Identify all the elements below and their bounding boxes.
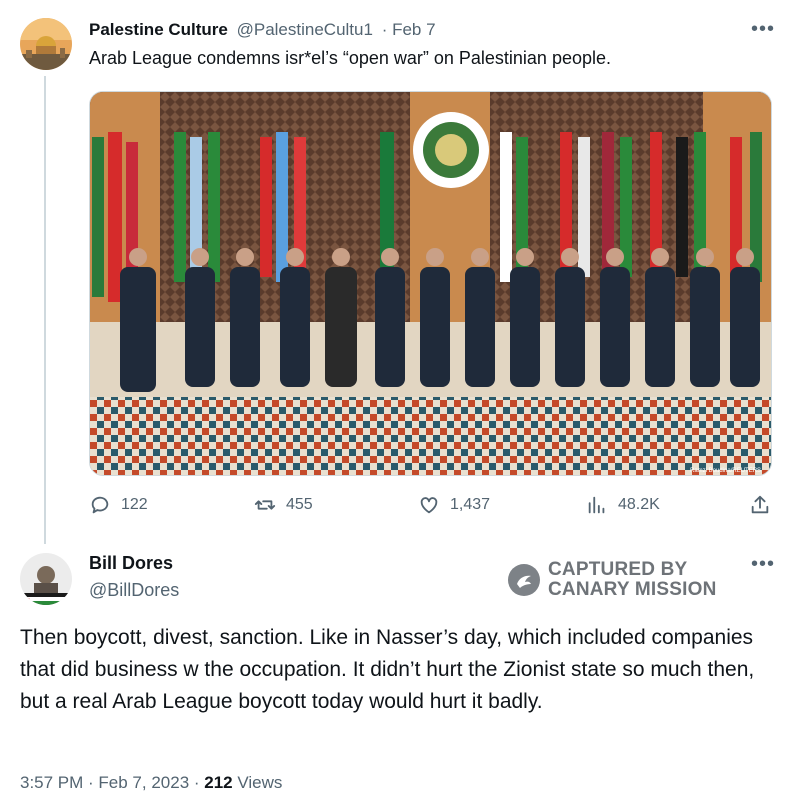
canary-mission-watermark: CAPTURED BY CANARY MISSION [508,560,717,600]
reply-button[interactable]: 122 [89,494,148,516]
tweet2-text: Then boycott, divest, sanction. Like in … [20,626,755,713]
share-button[interactable] [749,494,771,516]
palestine-culture-avatar[interactable] [20,18,72,70]
retweet-button[interactable]: 455 [254,494,313,516]
more-horizontal-icon[interactable]: ••• [751,553,775,576]
tweet2-timestamp: 3:57 PM · Feb 7, 2023 · 212 Views [20,773,282,793]
tweet1-header: Palestine Culture @PalestineCultu1 · Feb… [89,20,436,40]
views-button[interactable]: 48.2K [586,494,660,516]
reply-count: 122 [121,496,148,513]
badge-line1: CAPTURED BY [548,559,688,580]
tweet1-date[interactable]: · Feb 7 [382,20,436,39]
tweet1-display-name[interactable]: Palestine Culture [89,20,228,39]
tweet1-photo[interactable]: Ramzi Boudina/REUTERS [89,91,772,476]
tweet2-handle[interactable]: @BillDores [89,580,179,601]
analytics-icon [588,496,605,514]
tweet2-time[interactable]: 3:57 PM · Feb 7, 2023 · [20,773,204,792]
like-button[interactable]: 1,437 [418,494,490,516]
tweet2-view-count: 212 [204,773,233,792]
thread-connector-line [44,76,46,544]
tweet2-views-label: Views [232,773,283,792]
tweet1-text: Arab League condemns isr*el’s “open war”… [89,48,611,68]
like-count: 1,437 [450,496,491,513]
badge-line2: CANARY MISSION [548,579,717,600]
tweet2-display-name[interactable]: Bill Dores [89,553,173,574]
view-count: 48.2K [618,496,660,513]
reply-icon [91,496,109,514]
tweet1-handle[interactable]: @PalestineCultu1 [237,20,373,39]
photo-watermark: Ramzi Boudina/REUTERS [690,468,761,474]
share-icon [751,495,769,514]
more-horizontal-icon[interactable]: ••• [751,18,775,41]
bill-dores-avatar[interactable] [20,553,72,605]
retweet-count: 455 [286,496,313,513]
retweet-icon [254,500,276,510]
heart-icon [420,497,438,514]
canary-bird-icon [508,564,540,596]
